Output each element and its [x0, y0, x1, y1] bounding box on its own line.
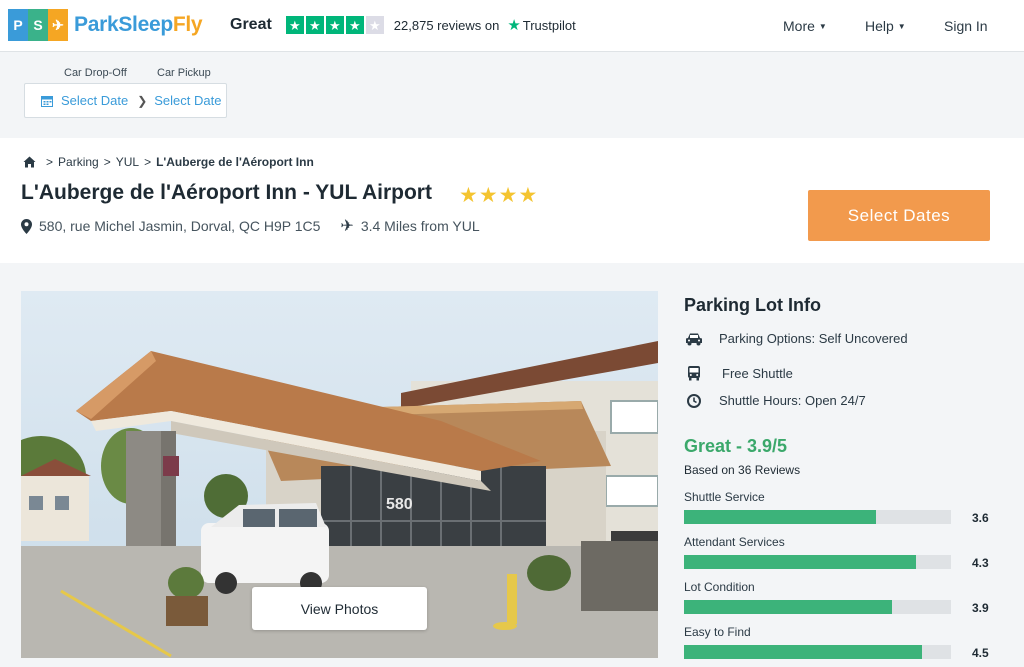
- metric-bar-fill: [684, 510, 877, 524]
- chevron-right-icon: ❯: [137, 93, 148, 108]
- date-picker[interactable]: Select Date ❯ Select Date: [24, 83, 227, 118]
- metric-label: Attendant Services: [684, 535, 785, 549]
- star-icon: ★: [325, 16, 344, 34]
- breadcrumb-parking[interactable]: Parking: [58, 155, 99, 169]
- dropoff-label: Car Drop-Off: [64, 67, 127, 79]
- trustpilot-star-icon: ★: [507, 17, 521, 34]
- caret-down-icon: ▼: [897, 21, 906, 31]
- star-icon: ★: [345, 16, 364, 34]
- metric-label: Shuttle Service: [684, 490, 765, 504]
- nav-help[interactable]: Help ▼: [865, 18, 906, 34]
- select-dates-button[interactable]: Select Dates: [808, 190, 990, 241]
- map-pin-icon: [21, 218, 32, 234]
- calendar-icon: [41, 95, 53, 107]
- parking-options-row: Parking Options: Self Uncovered: [684, 331, 908, 346]
- pickup-label: Car Pickup: [157, 67, 211, 79]
- metric-label: Easy to Find: [684, 625, 751, 639]
- lot-location: 580, rue Michel Jasmin, Dorval, QC H9P 1…: [21, 216, 480, 236]
- clock-icon: [684, 393, 704, 408]
- nav-more-label: More: [783, 18, 815, 34]
- breadcrumb-separator: >: [144, 155, 152, 169]
- home-icon[interactable]: [23, 156, 36, 168]
- metric-bar: [684, 510, 951, 524]
- parking-options-text: Parking Options: Self Uncovered: [719, 331, 908, 346]
- breadcrumb-separator: >: [103, 155, 111, 169]
- trustpilot-label: Great: [230, 16, 272, 33]
- nav-help-label: Help: [865, 18, 894, 34]
- nav-sign-in[interactable]: Sign In: [944, 18, 988, 34]
- trustpilot-brand: ★ Trustpilot: [507, 17, 576, 34]
- nav-more[interactable]: More ▼: [783, 18, 827, 34]
- metric-value: 4.5: [972, 646, 989, 660]
- metric-bar: [684, 555, 951, 569]
- metric-value: 3.9: [972, 601, 989, 615]
- nav-sign-in-label: Sign In: [944, 18, 988, 34]
- breadcrumb: > Parking > YUL > L'Auberge de l'Aéropor…: [23, 155, 314, 169]
- trustpilot-widget[interactable]: Great ★ ★ ★ ★ ★ 22,875 reviews on ★ Trust…: [230, 16, 576, 34]
- shuttle-text: Free Shuttle: [722, 365, 793, 381]
- metric-value: 3.6: [972, 511, 989, 525]
- plane-tile-icon: ✈: [48, 9, 68, 41]
- star-icon: ★: [459, 184, 479, 207]
- pickup-date-input[interactable]: Select Date: [154, 93, 221, 108]
- parking-tile-icon: P: [8, 9, 28, 41]
- car-icon: [684, 332, 704, 346]
- hotel-star-rating: ★★★★: [459, 183, 538, 208]
- metric-bar: [684, 645, 951, 659]
- review-count: Based on 36 Reviews: [684, 463, 801, 477]
- breadcrumb-yul[interactable]: YUL: [116, 155, 139, 169]
- metric-label: Lot Condition: [684, 580, 755, 594]
- parking-lot-info-title: Parking Lot Info: [684, 295, 821, 315]
- trustpilot-review-count: 22,875 reviews on: [393, 17, 500, 33]
- trustpilot-stars: ★ ★ ★ ★ ★: [285, 16, 384, 34]
- metric-bar: [684, 600, 951, 614]
- star-icon: ★: [305, 16, 324, 34]
- sleep-tile-icon: S: [28, 9, 48, 41]
- breadcrumb-separator: >: [46, 155, 54, 169]
- overall-rating: Great - 3.9/5: [684, 436, 788, 456]
- metric-bar-fill: [684, 645, 922, 659]
- address-text: 580, rue Michel Jasmin, Dorval, QC H9P 1…: [39, 218, 321, 234]
- caret-down-icon: ▼: [818, 21, 827, 31]
- shuttle-row: Free Shuttle: [684, 365, 793, 381]
- dropoff-date-input[interactable]: Select Date: [61, 93, 128, 108]
- star-icon: ★: [285, 16, 304, 34]
- star-icon: ★: [478, 184, 499, 207]
- star-icon: ★: [498, 184, 519, 207]
- plane-icon: ✈: [340, 218, 354, 235]
- logo-text: ParkSleepFly: [74, 13, 203, 36]
- distance: ✈ 3.4 Miles from YUL: [340, 216, 479, 236]
- bus-icon: [684, 365, 704, 381]
- building-number: 580: [386, 496, 413, 513]
- page-title: L'Auberge de l'Aéroport Inn - YUL Airpor…: [21, 181, 432, 204]
- logo[interactable]: P S ✈ ParkSleepFly: [8, 9, 203, 41]
- metric-bar-fill: [684, 600, 893, 614]
- site-header: P S ✈ ParkSleepFly Great ★ ★ ★ ★ ★ 22,87…: [0, 0, 1024, 52]
- star-icon: ★: [518, 184, 539, 207]
- shuttle-hours-row: Shuttle Hours: Open 24/7: [684, 393, 866, 408]
- star-empty-icon: ★: [365, 16, 384, 34]
- shuttle-hours-text: Shuttle Hours: Open 24/7: [719, 393, 866, 408]
- breadcrumb-current: L'Auberge de l'Aéroport Inn: [156, 155, 314, 169]
- view-photos-button[interactable]: View Photos: [252, 587, 427, 630]
- distance-text: 3.4 Miles from YUL: [360, 218, 480, 234]
- metric-value: 4.3: [972, 556, 989, 570]
- metric-bar-fill: [684, 555, 917, 569]
